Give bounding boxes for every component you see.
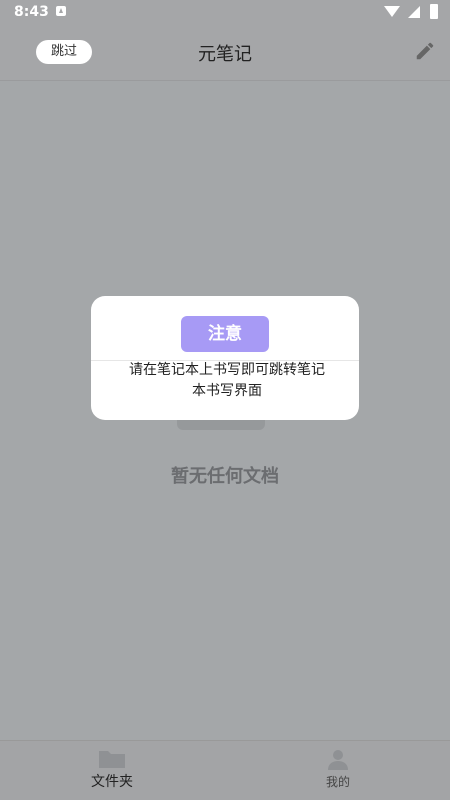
nav-label-mine: 我的 [325, 775, 350, 789]
dialog-message: 请在笔记本上书写即可跳转笔记本书写界面 [129, 362, 325, 399]
status-icons [378, 4, 438, 20]
notice-dialog: 注意 请在笔记本上书写即可跳转笔记本书写界面 [91, 296, 359, 420]
app-bar: 跳过 元笔记 [0, 24, 450, 81]
battery-icon [430, 4, 438, 19]
person-icon [328, 750, 348, 770]
bottom-nav: 文件夹 我的 [0, 740, 450, 800]
dialog-title: 注意 [181, 316, 269, 352]
page-title: 元笔记 [198, 44, 252, 65]
signal-icon [408, 6, 420, 18]
status-bar: 8:43 [0, 0, 450, 24]
wifi-icon [384, 6, 400, 17]
nav-item-folder[interactable]: 文件夹 [72, 747, 152, 791]
status-time: 8:43 [14, 4, 49, 20]
empty-state-text: 暂无任何文档 [171, 466, 279, 487]
pencil-icon[interactable] [414, 40, 436, 62]
nav-label-folder: 文件夹 [91, 774, 133, 790]
nav-item-mine[interactable]: 我的 [298, 747, 378, 790]
folder-icon [99, 751, 125, 768]
notification-a-icon [56, 6, 66, 16]
